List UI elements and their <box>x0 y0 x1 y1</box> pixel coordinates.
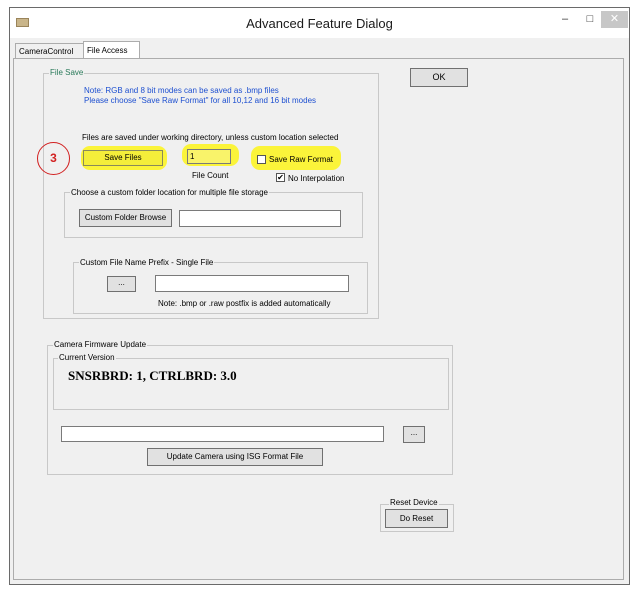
current-version-label: Current Version <box>58 353 116 362</box>
file-count-label: File Count <box>192 171 229 180</box>
custom-folder-label: Choose a custom folder location for mult… <box>70 188 269 197</box>
file-access-panel: OK File Save Note: RGB and 8 bit modes c… <box>13 58 624 580</box>
maximize-button[interactable]: □ <box>580 11 600 28</box>
title-bar: Advanced Feature Dialog – □ ✕ <box>10 8 629 38</box>
firmware-version-text: SNSRBRD: 1, CTRLBRD: 3.0 <box>68 368 237 383</box>
note-line-2: Please choose "Save Raw Format" for all … <box>84 96 317 105</box>
firmware-file-input[interactable] <box>61 426 384 442</box>
save-raw-checkbox[interactable] <box>257 155 266 164</box>
step-marker: 3 <box>37 142 70 175</box>
save-raw-label: Save Raw Format <box>269 155 334 164</box>
file-count-input[interactable] <box>187 149 231 164</box>
file-save-label: File Save <box>49 68 85 77</box>
tab-file-access[interactable]: File Access <box>83 41 140 58</box>
window-title: Advanced Feature Dialog <box>246 16 393 31</box>
custom-folder-path-input[interactable] <box>179 210 341 227</box>
no-interpolation-label: No Interpolation <box>288 174 345 183</box>
dialog-window: Advanced Feature Dialog – □ ✕ CameraCont… <box>9 7 630 585</box>
file-prefix-input[interactable] <box>155 275 349 292</box>
current-version-group <box>53 358 449 410</box>
save-files-button[interactable]: Save Files <box>83 150 163 166</box>
firmware-label: Camera Firmware Update <box>53 340 148 349</box>
do-reset-button[interactable]: Do Reset <box>385 509 448 528</box>
update-camera-button[interactable]: Update Camera using ISG Format File <box>147 448 323 466</box>
prefix-note: Note: .bmp or .raw postfix is added auto… <box>158 299 331 308</box>
reset-device-label: Reset Device <box>389 498 439 507</box>
location-text: Files are saved under working directory,… <box>82 133 339 142</box>
tab-camera-control[interactable]: CameraControl <box>15 43 84 58</box>
prefix-dots-button[interactable]: ... <box>107 276 136 292</box>
ok-button[interactable]: OK <box>410 68 468 87</box>
custom-folder-browse-button[interactable]: Custom Folder Browse <box>79 209 172 227</box>
no-interpolation-checkbox[interactable]: ✔ <box>276 173 285 182</box>
note-line-1: Note: RGB and 8 bit modes can be saved a… <box>84 86 279 95</box>
close-button[interactable]: ✕ <box>601 11 628 28</box>
file-prefix-label: Custom File Name Prefix - Single File <box>79 258 215 267</box>
minimize-button[interactable]: – <box>555 11 575 28</box>
firmware-dots-button[interactable]: ... <box>403 426 425 443</box>
